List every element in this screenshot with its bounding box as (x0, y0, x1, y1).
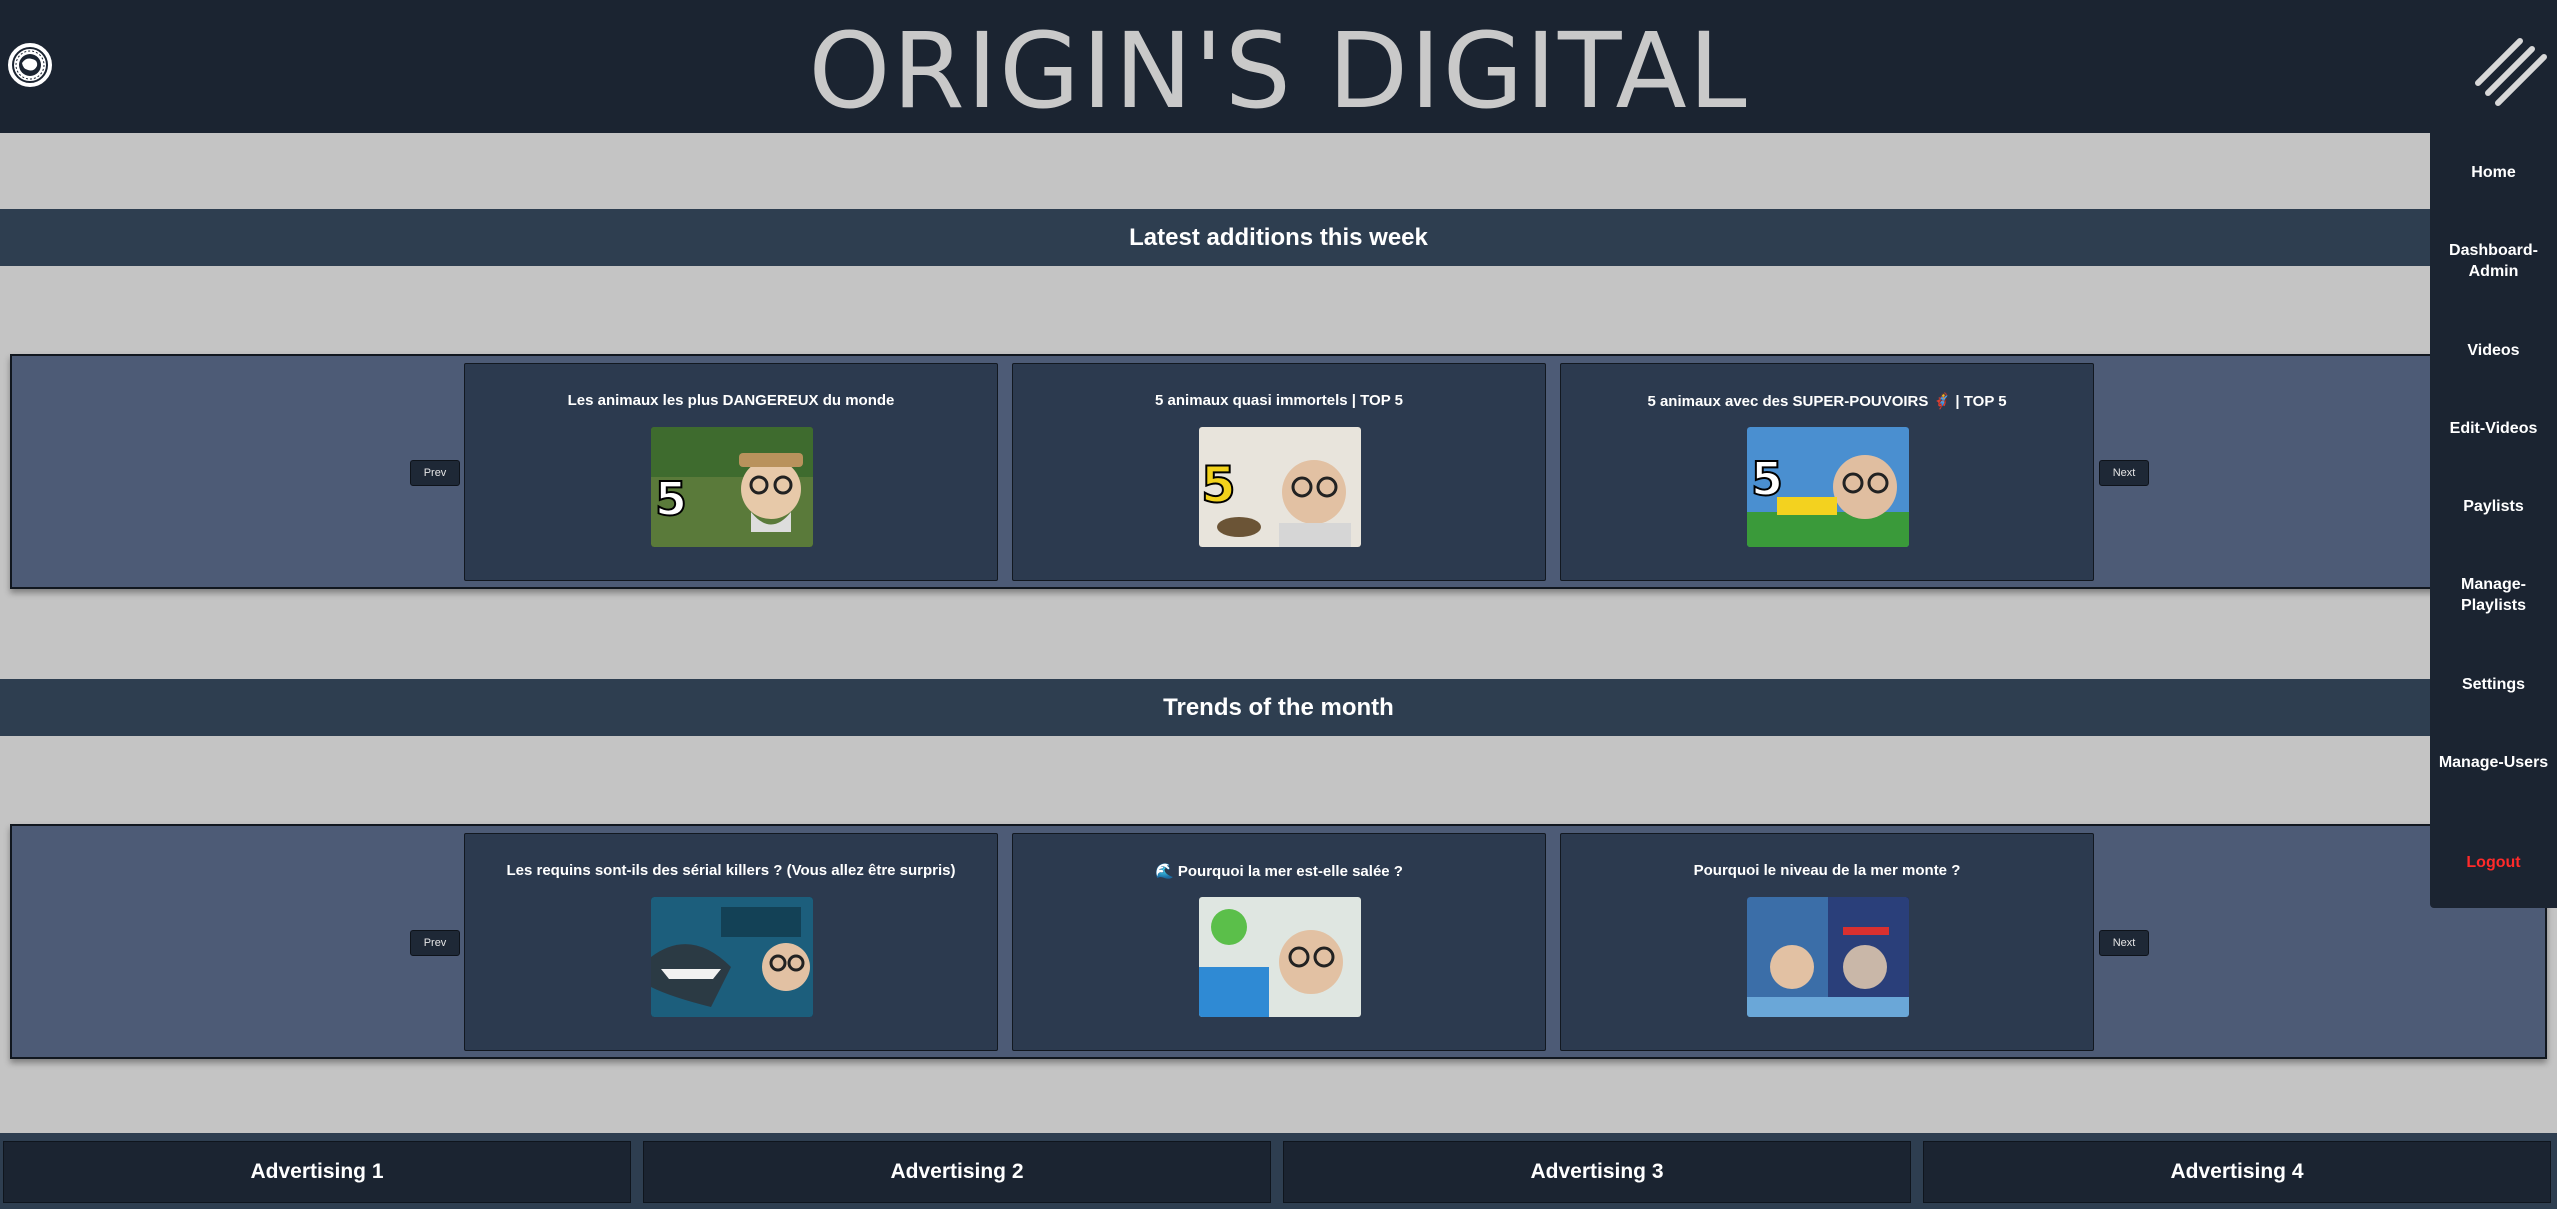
nav-item-videos[interactable]: Videos (2430, 340, 2557, 361)
carousel-trends: Prev Les requins sont-ils des sérial kil… (10, 824, 2547, 1059)
advertising-slot[interactable]: Advertising 2 (643, 1141, 1271, 1203)
section-title-trends: Trends of the month (0, 679, 2557, 736)
advertising-bar: Advertising 1 Advertising 2 Advertising … (0, 1133, 2557, 1209)
carousel-latest: Prev Les animaux les plus DANGEREUX du m… (10, 354, 2547, 589)
video-title[interactable]: 5 animaux quasi immortels | TOP 5 (1013, 392, 1545, 409)
video-card[interactable]: 🌊 Pourquoi la mer est-elle salée ? (1012, 833, 1546, 1051)
advertising-slot[interactable]: Advertising 3 (1283, 1141, 1911, 1203)
nav-item-paylists[interactable]: Paylists (2430, 496, 2557, 517)
video-card[interactable]: Les requins sont-ils des sérial killers … (464, 833, 998, 1051)
svg-text:5: 5 (655, 472, 687, 526)
video-card[interactable]: 5 animaux quasi immortels | TOP 5 5 (1012, 363, 1546, 581)
nav-item-manage-playlists[interactable]: Manage-Playlists (2430, 574, 2557, 616)
nav-item-edit-videos[interactable]: Edit-Videos (2430, 418, 2557, 439)
nav-item-settings[interactable]: Settings (2430, 674, 2557, 695)
video-card[interactable]: Les animaux les plus DANGEREUX du monde … (464, 363, 998, 581)
video-thumbnail[interactable] (651, 897, 813, 1017)
advertising-slot[interactable]: Advertising 4 (1923, 1141, 2551, 1203)
video-card[interactable]: 5 animaux avec des SUPER-POUVOIRS 🦸 | TO… (1560, 363, 2094, 581)
video-thumbnail[interactable] (1747, 897, 1909, 1017)
video-thumbnail[interactable]: 5 (1747, 427, 1909, 547)
advertising-slot[interactable]: Advertising 1 (3, 1141, 631, 1203)
video-thumbnail[interactable]: 5 (1199, 427, 1361, 547)
next-button[interactable]: Next (2099, 460, 2149, 486)
site-header: ORIGIN'S DIGITAL (0, 0, 2557, 133)
globe-logo-icon[interactable] (5, 40, 55, 90)
prev-button[interactable]: Prev (410, 930, 460, 956)
svg-text:5: 5 (1201, 456, 1236, 514)
prev-button[interactable]: Prev (410, 460, 460, 486)
video-thumbnail[interactable] (1199, 897, 1361, 1017)
video-thumbnail[interactable]: 5 (651, 427, 813, 547)
section-title-latest: Latest additions this week (0, 209, 2557, 266)
video-title[interactable]: 🌊 Pourquoi la mer est-elle salée ? (1013, 862, 1545, 880)
video-card[interactable]: Pourquoi le niveau de la mer monte ? (1560, 833, 2094, 1051)
logout-link[interactable]: Logout (2430, 852, 2557, 873)
video-title[interactable]: Les animaux les plus DANGEREUX du monde (465, 392, 997, 409)
nav-item-manage-users[interactable]: Manage-Users (2430, 752, 2557, 773)
nav-item-dashboard-admin[interactable]: Dashboard-Admin (2430, 240, 2557, 282)
video-title[interactable]: 5 animaux avec des SUPER-POUVOIRS 🦸 | TO… (1561, 392, 2093, 410)
nav-item-home[interactable]: Home (2430, 162, 2557, 183)
next-button[interactable]: Next (2099, 930, 2149, 956)
hamburger-menu-icon[interactable] (2470, 25, 2550, 110)
site-title: ORIGIN'S DIGITAL (808, 9, 1749, 132)
side-navigation-menu: Home Dashboard-Admin Videos Edit-Videos … (2430, 133, 2557, 908)
video-title[interactable]: Pourquoi le niveau de la mer monte ? (1561, 862, 2093, 879)
video-title[interactable]: Les requins sont-ils des sérial killers … (465, 862, 997, 879)
